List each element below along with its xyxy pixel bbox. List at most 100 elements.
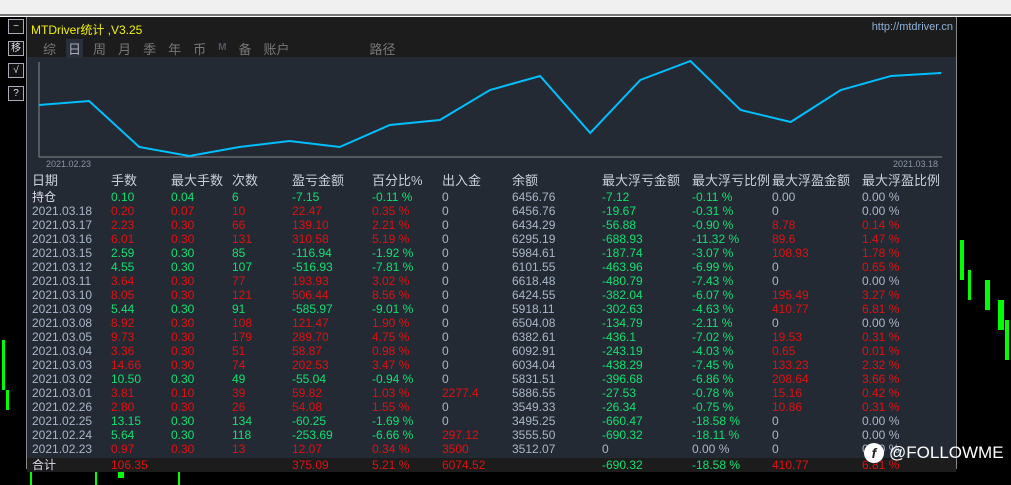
tab-6[interactable]: 币	[191, 39, 208, 58]
tab-3[interactable]: 月	[116, 39, 133, 58]
lots-cell: 6.01	[111, 232, 135, 246]
balance-cell: 6101.55	[512, 260, 556, 274]
balance-cell: 3555.50	[512, 428, 556, 442]
profit-loss-cell: -7.15	[292, 190, 320, 204]
top-strip	[0, 0, 1011, 16]
balance-point	[489, 89, 491, 91]
date-cell: 2021.03.08	[32, 316, 93, 330]
max-float-profit-pct-cell: 6.81 %	[862, 302, 900, 316]
minimize-button[interactable]: −	[8, 19, 24, 34]
date-cell: 2021.02.26	[32, 400, 93, 414]
max-float-loss-pct-cell: 最大浮亏比例	[692, 173, 771, 188]
date-cell: 2021.03.11	[32, 274, 92, 288]
holding-row: 持仓 0.10 0.04 6 -7.15 -0.11 % 0 6456.76 -7.12 -0.1…	[27, 190, 956, 204]
deposit-withdraw-cell: 0	[442, 288, 449, 302]
help-button[interactable]: ?	[8, 86, 24, 101]
balance-point	[289, 140, 291, 142]
max-lots-cell: 0.10	[171, 386, 195, 400]
count-cell: 51	[232, 344, 246, 358]
max-float-profit-cell: 108.93	[772, 246, 809, 260]
max-float-profit-cell: 0	[772, 414, 779, 428]
date-cell: 2021.03.12	[32, 260, 93, 274]
total-row: 合计 106.35 375.09 5.21 % 6074.52 -690.32 -18.58…	[27, 458, 956, 472]
max-float-loss-cell: 最大浮亏金额	[602, 173, 681, 188]
profit-loss-cell: -60.25	[292, 414, 327, 428]
profit-loss-cell: 盈亏金额	[292, 173, 345, 188]
price-candle	[968, 270, 971, 300]
website-link[interactable]: http://mtdriver.cn	[872, 21, 953, 33]
max-float-loss-cell: -19.67	[602, 204, 637, 218]
max-float-profit-cell: 0	[772, 316, 779, 330]
balance-cell: 6456.76	[512, 190, 556, 204]
profit-loss-cell: 375.09	[292, 458, 329, 472]
max-float-loss-cell: -302.63	[602, 302, 643, 316]
deposit-withdraw-cell: 0	[442, 372, 449, 386]
max-float-loss-pct-cell: -4.63 %	[692, 302, 734, 316]
lots-cell: 手数	[111, 173, 138, 188]
profit-loss-cell: 193.93	[292, 274, 329, 288]
tab-1[interactable]: 日	[66, 39, 84, 58]
max-float-loss-pct-cell: -0.78 %	[692, 386, 734, 400]
balance-point	[389, 124, 391, 126]
max-float-profit-pct-cell: 0.00 %	[862, 428, 900, 442]
max-float-profit-pct-cell: 0.00 %	[862, 316, 900, 330]
max-float-profit-cell: 0	[772, 260, 779, 274]
tab-7[interactable]: M	[216, 39, 228, 58]
balance-point	[740, 109, 742, 111]
balance-point	[539, 75, 541, 77]
max-float-profit-cell: 0.65	[772, 344, 796, 358]
count-cell: 39	[232, 386, 246, 400]
lots-cell: 4.55	[111, 260, 135, 274]
tab-8[interactable]: 备	[236, 39, 253, 58]
balance-point	[689, 60, 691, 62]
balance-cell: 6295.19	[512, 232, 556, 246]
date-cell: 2021.03.04	[32, 344, 93, 358]
percent-cell: 4.75 %	[372, 330, 410, 344]
tab-5[interactable]: 年	[166, 39, 183, 58]
tab-9[interactable]: 账户	[261, 39, 291, 58]
percent-cell: 3.02 %	[372, 274, 410, 288]
table-row: 2021.03.10 8.05 0.30 121 506.44 8.56 % 0 6424.5…	[27, 288, 956, 302]
percent-cell: -0.94 %	[372, 372, 414, 386]
tab-2[interactable]: 周	[91, 39, 108, 58]
date-cell: 2021.03.09	[32, 302, 93, 316]
max-float-loss-cell: -396.68	[602, 372, 643, 386]
profit-loss-cell: -55.04	[292, 372, 327, 386]
max-float-loss-cell: -436.1	[602, 330, 637, 344]
check-button[interactable]: √	[8, 63, 24, 78]
table-row: 2021.02.26 2.80 0.30 26 54.08 1.55 % 0 3549.33 -…	[27, 400, 956, 414]
profit-loss-cell: -253.69	[292, 428, 333, 442]
max-float-profit-cell: 410.77	[772, 302, 809, 316]
profit-loss-cell: -516.93	[292, 260, 333, 274]
table-row: 2021.03.08 8.92 0.30 108 121.47 1.90 % 0 6504.0…	[27, 316, 956, 330]
max-float-loss-cell: -438.29	[602, 358, 643, 372]
max-float-loss-pct-cell: -6.07 %	[692, 288, 734, 302]
date-cell: 2021.03.05	[32, 330, 93, 344]
count-cell: 77	[232, 274, 246, 288]
max-float-profit-cell: 0	[772, 204, 779, 218]
price-candle	[960, 240, 964, 280]
balance-point	[790, 121, 792, 123]
max-float-profit-pct-cell: 3.27 %	[862, 288, 900, 302]
max-float-loss-pct-cell: -7.02 %	[692, 330, 734, 344]
count-cell: 134	[232, 414, 253, 428]
count-cell: 179	[232, 330, 253, 344]
max-float-loss-cell: -26.34	[602, 400, 637, 414]
profit-loss-cell: 121.47	[292, 316, 329, 330]
max-float-loss-cell: -134.79	[602, 316, 643, 330]
stats-panel: MTDriver统计 ,V3.25 http://mtdriver.cn 综日周…	[26, 17, 957, 472]
balance-cell: 3512.07	[512, 442, 556, 456]
max-float-profit-cell: 0	[772, 428, 779, 442]
move-button[interactable]: 移	[8, 41, 24, 56]
lots-cell: 3.36	[111, 344, 135, 358]
max-float-loss-pct-cell: -7.43 %	[692, 274, 734, 288]
max-float-profit-pct-cell: 0.00 %	[862, 190, 900, 204]
max-float-profit-pct-cell: 2.32 %	[862, 358, 900, 372]
date-cell: 2021.03.01	[32, 386, 93, 400]
tab-4[interactable]: 季	[141, 39, 158, 58]
tab-0[interactable]: 综	[41, 39, 58, 58]
max-float-profit-cell: 208.64	[772, 372, 809, 386]
percent-cell: 2.21 %	[372, 218, 410, 232]
balance-point	[439, 119, 441, 121]
tab-10[interactable]: 路径	[367, 39, 397, 58]
